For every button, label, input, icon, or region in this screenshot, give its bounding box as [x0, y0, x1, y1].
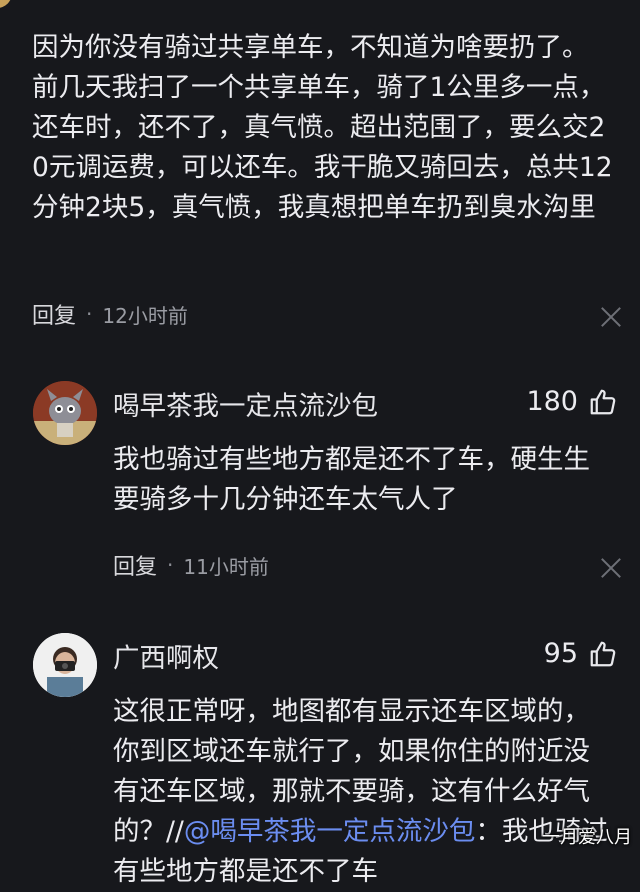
reply-button[interactable]: 回复: [113, 549, 157, 581]
thumbs-up-icon[interactable]: [588, 639, 618, 669]
mention-link[interactable]: @喝早茶我一定点流沙包: [184, 816, 476, 847]
avatar-image: [33, 633, 97, 697]
close-icon[interactable]: [600, 557, 622, 579]
reply-button[interactable]: 回复: [32, 298, 76, 330]
meta-separator: ·: [86, 302, 93, 326]
username[interactable]: 喝早茶我一定点流沙包: [113, 384, 378, 423]
reply-meta: 回复 · 11小时前: [113, 549, 269, 581]
close-icon[interactable]: [600, 306, 622, 328]
avatar[interactable]: [33, 633, 97, 697]
comment-meta: 回复 · 12小时前: [32, 298, 188, 330]
avatar-image: [33, 381, 97, 445]
like-number: 180: [526, 386, 578, 417]
previous-avatar-edge: [0, 0, 12, 8]
comment-time: 12小时前: [102, 303, 188, 328]
like-count[interactable]: 180: [526, 386, 618, 417]
watermark: 一月爱八月: [542, 827, 632, 848]
reply-text: 我也骑过有些地方都是还不了车，硬生生要骑多十几分钟还车太气人了: [113, 444, 590, 515]
avatar[interactable]: [33, 381, 97, 445]
like-count[interactable]: 95: [544, 638, 618, 669]
username[interactable]: 广西啊权: [113, 636, 219, 675]
reply-time: 11小时前: [183, 554, 269, 579]
thumbs-up-icon[interactable]: [588, 387, 618, 417]
like-number: 95: [543, 638, 578, 669]
comment-text: 因为你没有骑过共享单车，不知道为啥要扔了。 前几天我扫了一个共享单车，骑了1公里…: [32, 32, 613, 223]
reply-text: 这很正常呀，地图都有显示还车区域的，你到区域还车就行了，如果你住的附近没有还车区…: [113, 692, 613, 892]
meta-separator: ·: [167, 553, 174, 577]
